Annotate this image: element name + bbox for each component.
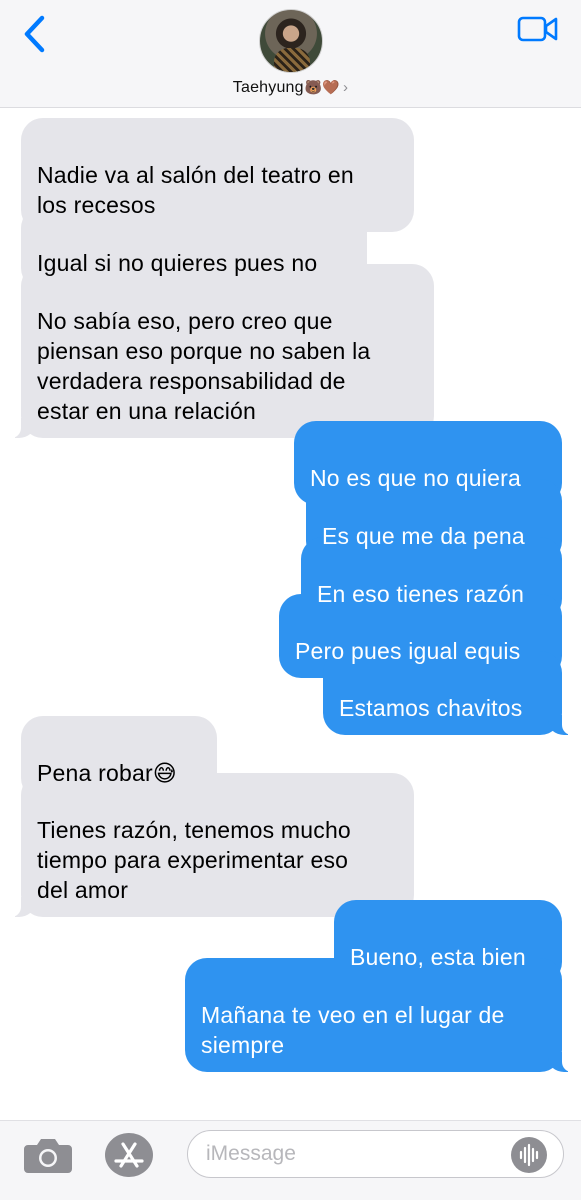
contact-emoji: 🐻🤎	[304, 79, 341, 95]
avatar-photo	[274, 48, 310, 72]
back-button[interactable]	[18, 14, 52, 54]
message-text: Es que me da pena	[322, 523, 525, 549]
video-call-button[interactable]	[517, 15, 559, 43]
chevron-left-icon	[24, 15, 45, 53]
message-text: No sabía eso, pero creo que piensan eso …	[37, 308, 371, 424]
message-text: Pero pues igual equis	[295, 638, 521, 664]
imessage-input[interactable]	[187, 1130, 564, 1178]
message-text: No es que no quiera	[310, 465, 521, 491]
message-bubble-incoming[interactable]: No sabía eso, pero creo que piensan eso …	[11, 264, 434, 438]
contact-name: Taehyung	[232, 79, 304, 96]
contact-name-link[interactable]: Taehyung🐻🤎 ›	[0, 79, 581, 97]
message-text: Mañana te veo en el lugar de siempre	[201, 1002, 505, 1058]
message-text: Estamos chavitos	[339, 695, 523, 721]
video-camera-icon	[517, 16, 558, 42]
chevron-right-icon: ›	[343, 79, 349, 96]
audio-record-button[interactable]	[511, 1137, 547, 1173]
camera-icon	[24, 1139, 72, 1173]
conversation-header: Taehyung🐻🤎 ›	[0, 0, 581, 108]
app-store-icon	[105, 1133, 153, 1177]
message-bubble-outgoing[interactable]: Mañana te veo en el lugar de siempre	[185, 958, 572, 1072]
message-bubble-incoming[interactable]: Tienes razón, tenemos mucho tiempo para …	[11, 773, 414, 917]
audio-waveform-icon	[519, 1143, 539, 1167]
message-text: Pena robar😅	[37, 760, 177, 786]
message-text: Bueno, esta bien	[350, 944, 526, 970]
composer-bar	[0, 1120, 581, 1200]
camera-button[interactable]	[22, 1135, 74, 1175]
message-text: Igual si no quieres pues no	[37, 250, 318, 276]
contact-avatar[interactable]	[259, 9, 323, 73]
message-text: Tienes razón, tenemos mucho tiempo para …	[37, 817, 351, 903]
message-text: En eso tienes razón	[317, 581, 525, 607]
app-store-button[interactable]	[103, 1131, 155, 1179]
